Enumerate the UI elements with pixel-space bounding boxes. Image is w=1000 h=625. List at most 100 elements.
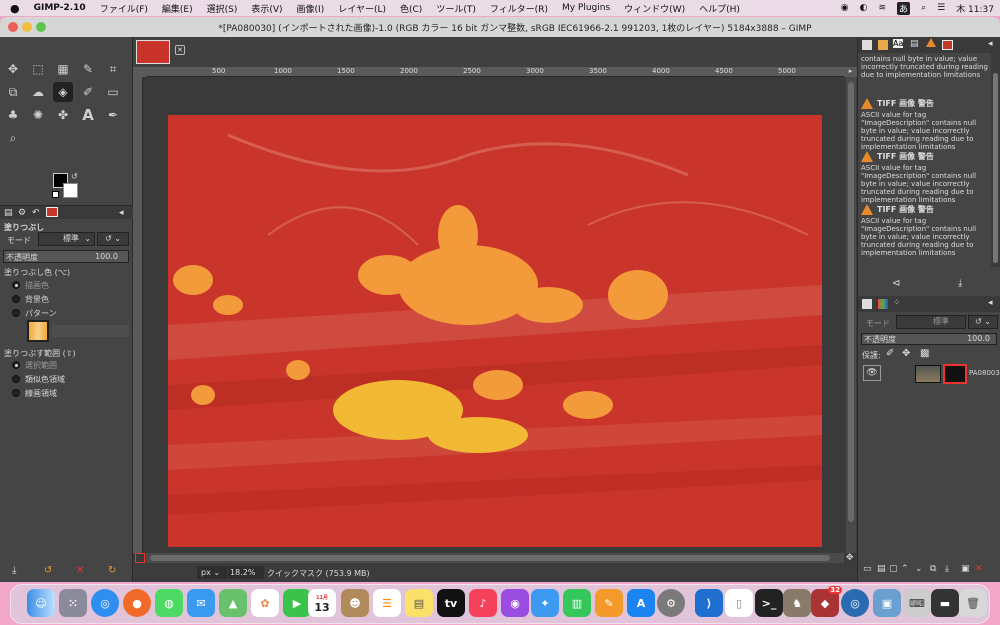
new-layer-group-icon[interactable]: ▭ <box>863 564 872 574</box>
new-layer-icon[interactable]: ▤ <box>877 564 886 574</box>
reminders-icon[interactable]: ☰ <box>373 589 401 617</box>
appstore-icon[interactable]: ✦ <box>531 589 559 617</box>
photos-icon[interactable]: ✿ <box>251 589 279 617</box>
text-tool-icon[interactable]: A <box>78 105 98 125</box>
error-console-scrollbar[interactable] <box>991 53 1000 267</box>
layer-mode-reset-button[interactable]: ↺ ⌄ <box>968 315 998 329</box>
anchor-layer-icon[interactable]: ⤓ <box>945 564 949 574</box>
configure-tab-icon[interactable]: ◂ <box>119 208 124 218</box>
menu-app-name[interactable]: GIMP-2.10 <box>34 3 86 13</box>
zoom-tool-icon[interactable]: ⌕ <box>3 128 23 148</box>
zoom-window-button[interactable] <box>36 22 46 32</box>
vscode-icon[interactable]: ⟩ <box>695 589 723 617</box>
ime-indicator[interactable]: あ <box>897 1 911 15</box>
raise-layer-icon[interactable]: ⌃ <box>901 564 909 574</box>
layers-tab-icon[interactable] <box>862 299 872 309</box>
search-icon[interactable]: ⌕ <box>921 3 926 13</box>
eraser-tool-icon[interactable]: ▭ <box>103 82 123 102</box>
mode-reset-button[interactable]: ↺ ⌄ <box>97 232 129 246</box>
configure-tab-icon[interactable]: ◂ <box>988 298 993 308</box>
fill-pattern-radio[interactable] <box>12 309 20 317</box>
close-window-button[interactable] <box>8 22 18 32</box>
vertical-scrollbar[interactable] <box>846 77 856 553</box>
clone-tool-icon[interactable]: ♣ <box>3 105 23 125</box>
ruler-corner[interactable] <box>133 67 146 77</box>
delete-options-icon[interactable]: ✕ <box>76 565 84 576</box>
launchpad-icon[interactable]: ⁙ <box>59 589 87 617</box>
swap-colors-icon[interactable]: ↺ <box>71 172 78 181</box>
contacts-icon[interactable]: ☻ <box>341 589 369 617</box>
layer-row[interactable]: 👁 PA08003 <box>858 363 1000 385</box>
heal-tool-icon[interactable]: ✺ <box>28 105 48 125</box>
pages-icon[interactable]: ✎ <box>595 589 623 617</box>
area-selection-radio[interactable] <box>12 361 20 369</box>
menu-colors[interactable]: 色(C) <box>400 2 422 15</box>
menu-help[interactable]: ヘルプ(H) <box>699 2 740 15</box>
configure-tab-icon[interactable]: ◂ <box>988 39 993 49</box>
mail-icon[interactable]: ✉ <box>187 589 215 617</box>
horizontal-scrollbar-thumb[interactable] <box>150 555 830 561</box>
move-tool-icon[interactable]: ✥ <box>3 59 23 79</box>
lock-alpha-icon[interactable]: ▩ <box>920 348 929 359</box>
paths-tab-icon[interactable]: ⁘ <box>893 298 901 308</box>
clear-errors-icon[interactable]: ⊲ <box>892 278 900 289</box>
apple-tv-icon[interactable]: tv <box>437 589 465 617</box>
menu-plugins[interactable]: My Plugins <box>562 3 610 13</box>
music-icon[interactable]: ♪ <box>469 589 497 617</box>
delete-layer-icon[interactable]: ✕ <box>975 564 983 574</box>
menu-windows[interactable]: ウィンドウ(W) <box>624 2 685 15</box>
layer-visibility-eye-icon[interactable]: 👁 <box>863 365 881 381</box>
brushes-tab-icon[interactable] <box>862 40 872 50</box>
numbers-icon[interactable]: ▥ <box>563 589 591 617</box>
new-layer-icon[interactable]: ▢ <box>889 564 898 574</box>
default-colors-icon[interactable] <box>52 191 59 198</box>
navigate-button[interactable]: ▸ <box>844 67 857 77</box>
crop-tool-icon[interactable]: ⌗ <box>103 59 123 79</box>
device-status-tab-icon[interactable]: ⚙ <box>18 208 26 218</box>
control-center-icon[interactable]: ☰ <box>937 3 945 13</box>
messages-icon[interactable]: ◍ <box>155 589 183 617</box>
zoom-dropdown[interactable]: 18.2% ⌄ <box>228 566 264 582</box>
area-similar-radio[interactable] <box>12 375 20 383</box>
apple-icon[interactable]: ● <box>10 2 20 15</box>
save-options-icon[interactable]: ⤓ <box>12 565 16 576</box>
bucket-fill-tool-icon[interactable]: ◈ <box>53 82 73 102</box>
lower-layer-icon[interactable]: ⌄ <box>915 564 923 574</box>
app-store-icon[interactable]: A <box>627 589 655 617</box>
duplicate-layer-icon[interactable]: ⧉ <box>930 564 936 574</box>
fuzzy-select-tool-icon[interactable]: ✎ <box>78 59 98 79</box>
images-tab-icon[interactable] <box>46 207 58 217</box>
zoom-to-window-icon[interactable]: ✥ <box>846 553 854 563</box>
restore-options-icon[interactable]: ↺ <box>44 565 52 576</box>
area-lineart-radio[interactable] <box>12 389 20 397</box>
calendar-icon[interactable]: 11月 13 <box>308 589 336 617</box>
vertical-scrollbar-thumb[interactable] <box>848 82 854 522</box>
close-image-tab-icon[interactable]: ✕ <box>175 45 185 55</box>
fill-fg-radio[interactable] <box>12 281 20 289</box>
wifi-icon[interactable]: ≋ <box>879 3 887 13</box>
podcasts-icon[interactable]: ◉ <box>501 589 529 617</box>
menu-view[interactable]: 表示(V) <box>251 2 282 15</box>
menu-layer[interactable]: レイヤー(L) <box>338 2 386 15</box>
app-with-badge-icon[interactable]: ◆ 32 <box>811 586 842 617</box>
reset-options-icon[interactable]: ↻ <box>108 565 116 576</box>
channels-tab-icon[interactable] <box>878 299 888 309</box>
menu-tools[interactable]: ツール(T) <box>436 2 476 15</box>
menu-image[interactable]: 画像(I) <box>297 2 325 15</box>
dodge-tool-icon[interactable]: ✤ <box>53 105 73 125</box>
safari-icon[interactable]: ◎ <box>91 589 119 617</box>
preview-icon[interactable]: ▣ <box>873 589 901 617</box>
rect-select-tool-icon[interactable]: ⬚ <box>28 59 48 79</box>
image-thumbnail-tab[interactable] <box>136 40 170 64</box>
layer-opacity-slider[interactable]: 不透明度 100.0 <box>861 333 997 345</box>
document-icon[interactable]: ▯ <box>725 589 753 617</box>
firefox-icon[interactable]: ● <box>123 589 151 617</box>
background-color-swatch[interactable] <box>63 183 78 198</box>
undo-history-tab-icon[interactable]: ↶ <box>32 208 40 218</box>
horizontal-scrollbar[interactable] <box>146 553 844 563</box>
trash-icon[interactable]: 🗑 <box>959 589 987 617</box>
keyboard-viewer-icon[interactable]: ⌨ <box>903 589 931 617</box>
lock-position-icon[interactable]: ✥ <box>902 348 910 359</box>
warp-transform-tool-icon[interactable]: ☁ <box>28 82 48 102</box>
document-history-tab-icon[interactable]: ▤ <box>910 39 919 49</box>
